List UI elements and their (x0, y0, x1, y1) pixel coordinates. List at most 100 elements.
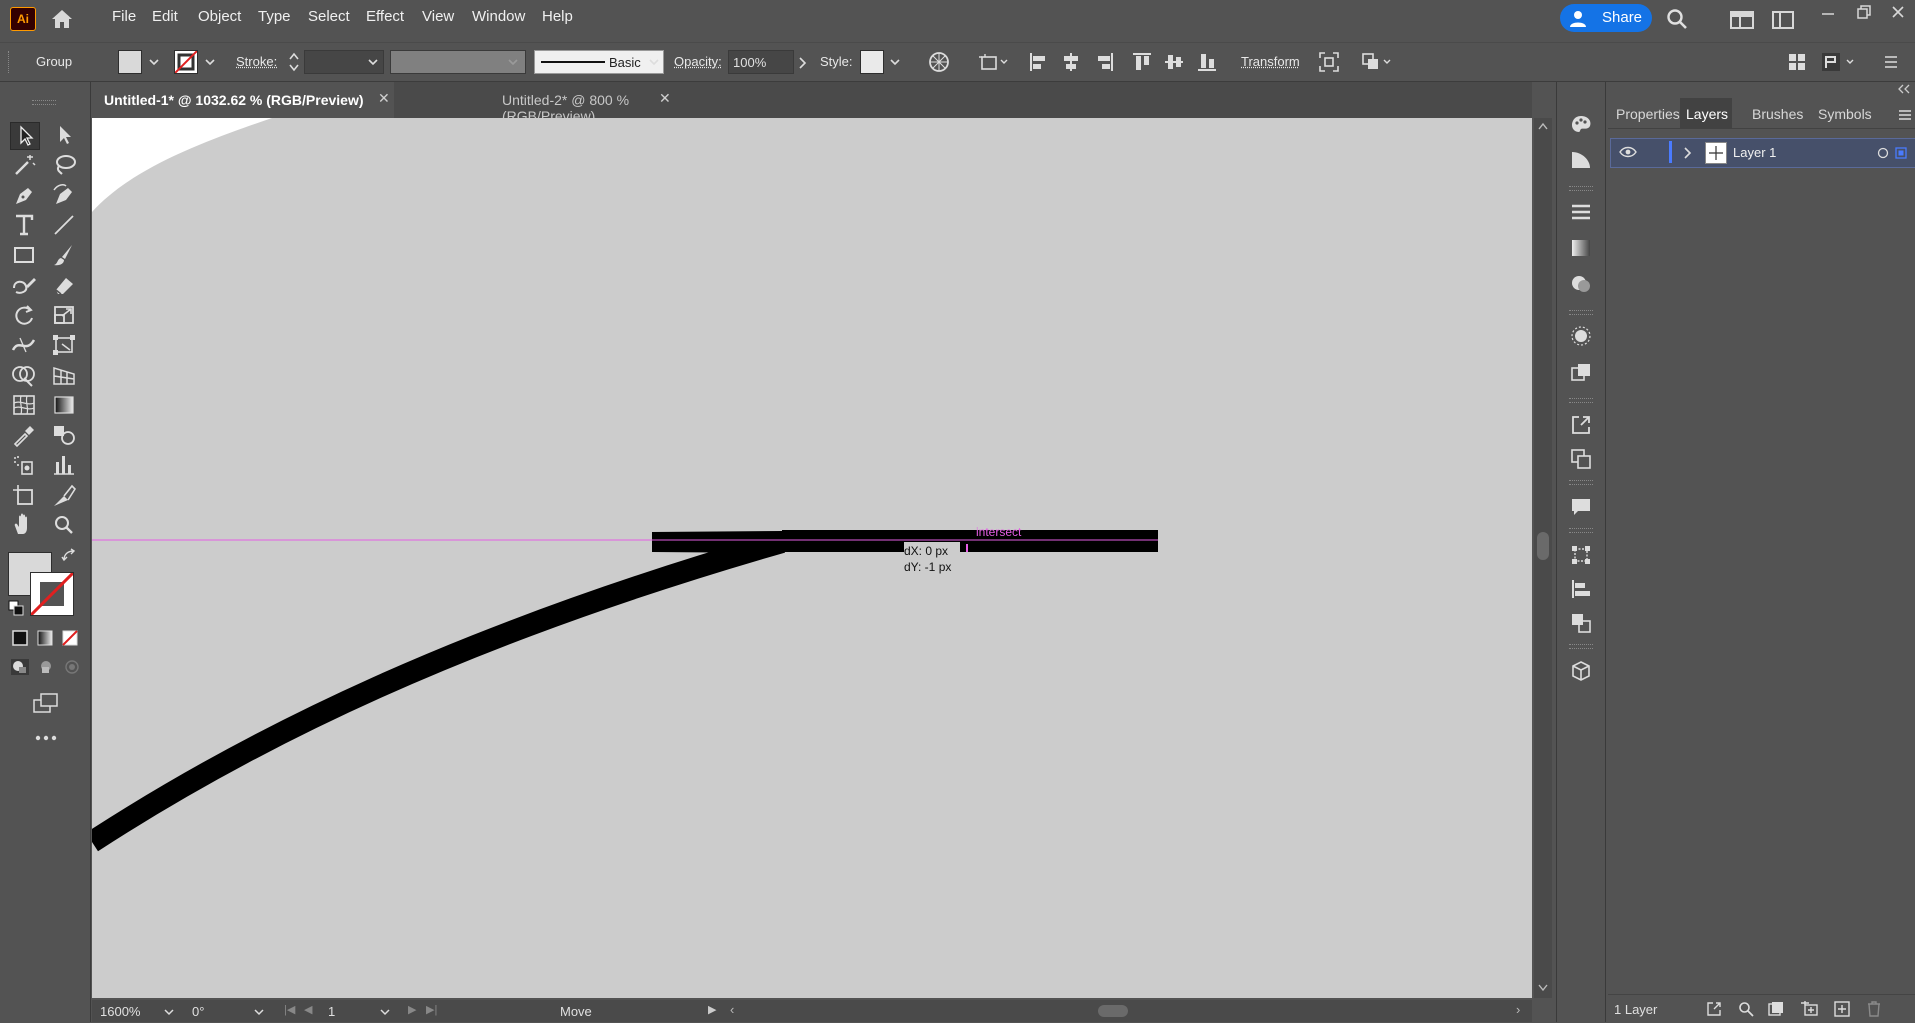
rotation-value[interactable]: 0° (192, 1004, 204, 1019)
brush-definition-dropdown[interactable]: Basic (534, 50, 664, 74)
eyedropper-tool-icon[interactable] (10, 422, 38, 448)
vertical-scrollbar[interactable] (1534, 118, 1552, 998)
align-top-icon[interactable] (1131, 51, 1153, 73)
export-panel-icon[interactable] (1570, 414, 1592, 436)
status-menu-arrow-icon[interactable]: ▶ (708, 1003, 716, 1016)
recolor-artwork-icon[interactable] (928, 51, 950, 73)
menu-edit[interactable]: Edit (152, 8, 178, 25)
paintbrush-tool-icon[interactable] (50, 242, 78, 268)
target-circle-icon[interactable] (1877, 147, 1889, 159)
artboard-nav-prev-icon[interactable]: ◀ (304, 1003, 312, 1016)
default-fill-stroke-icon[interactable] (8, 600, 24, 616)
symbol-sprayer-tool-icon[interactable] (10, 452, 38, 478)
rotation-dropdown-chevron-icon[interactable] (254, 1007, 264, 1017)
scroll-left-icon[interactable]: ‹ (730, 1002, 734, 1017)
align-right-icon[interactable] (1093, 51, 1115, 73)
panel-expand-icon[interactable] (1898, 84, 1910, 94)
menu-view[interactable]: View (422, 8, 454, 25)
menu-object[interactable]: Object (198, 8, 241, 25)
column-graph-tool-icon[interactable] (50, 452, 78, 478)
align-panel-icon[interactable] (1570, 578, 1592, 600)
3d-materials-panel-icon[interactable] (1570, 660, 1592, 682)
hand-tool-icon[interactable] (10, 512, 38, 538)
menu-window[interactable]: Window (472, 8, 525, 25)
menu-type[interactable]: Type (258, 8, 291, 25)
artboard-canvas[interactable]: intersect dX: 0 px dY: -1 px (92, 118, 1532, 998)
color-guide-icon[interactable] (1570, 150, 1592, 170)
stroke-dropdown-chevron-icon[interactable] (205, 57, 215, 67)
stroke-swatch[interactable] (174, 50, 198, 74)
tab-brushes[interactable]: Brushes (1752, 106, 1803, 122)
artboards-panel-icon[interactable] (1570, 448, 1592, 470)
line-segment-tool-icon[interactable] (50, 212, 78, 238)
tab-close-icon[interactable]: ✕ (378, 90, 390, 107)
edit-toolbar-more-icon[interactable] (34, 734, 58, 742)
rotate-tool-icon[interactable] (10, 302, 38, 328)
scroll-right-icon[interactable]: › (1516, 1002, 1520, 1017)
home-icon[interactable] (50, 8, 74, 30)
tab-untitled-2[interactable]: Untitled-2* @ 800 % (RGB/Preview) (398, 82, 698, 118)
shape-builder-tool-icon[interactable] (10, 362, 38, 388)
lasso-tool-icon[interactable] (50, 152, 78, 178)
control-bar-options-icon[interactable] (1820, 51, 1860, 73)
fill-swatch[interactable] (118, 50, 142, 74)
arrange-documents-icon[interactable] (1730, 11, 1754, 29)
width-tool-icon[interactable] (10, 332, 38, 358)
appearance-panel-icon[interactable] (1570, 326, 1592, 346)
create-new-layer-icon[interactable] (1834, 1001, 1850, 1017)
scale-tool-icon[interactable] (50, 302, 78, 328)
align-horizontal-center-icon[interactable] (1060, 51, 1082, 73)
draw-inside-icon[interactable] (62, 658, 82, 676)
menu-effect[interactable]: Effect (366, 8, 404, 25)
menu-select[interactable]: Select (308, 8, 350, 25)
tab-untitled-1[interactable]: Untitled-1* @ 1032.62 % (RGB/Preview) ✕ (92, 82, 394, 118)
type-tool-icon[interactable] (10, 212, 38, 238)
align-bottom-icon[interactable] (1196, 51, 1218, 73)
make-clipping-mask-icon[interactable] (1768, 1001, 1784, 1017)
stroke-color-box[interactable] (30, 572, 74, 616)
arrange-panels-icon[interactable] (1786, 51, 1808, 73)
layer-name[interactable]: Layer 1 (1733, 145, 1776, 160)
expand-layer-chevron-icon[interactable] (1683, 146, 1693, 160)
workspace-switcher-icon[interactable] (1772, 11, 1794, 29)
transparency-panel-icon[interactable] (1570, 274, 1592, 294)
mesh-tool-icon[interactable] (10, 392, 38, 418)
curvature-tool-icon[interactable] (50, 182, 78, 208)
graphic-style-swatch[interactable] (860, 50, 884, 74)
tab-properties[interactable]: Properties (1616, 106, 1680, 122)
isolate-selected-object-icon[interactable] (1318, 51, 1340, 73)
share-button[interactable]: Share (1560, 4, 1652, 32)
pathfinder-panel-icon[interactable] (1570, 612, 1592, 634)
zoom-level[interactable]: 1600% (100, 1004, 140, 1019)
menu-help[interactable]: Help (542, 8, 573, 25)
align-left-icon[interactable] (1028, 51, 1050, 73)
export-for-screens-icon[interactable] (1706, 1001, 1722, 1017)
zoom-dropdown-chevron-icon[interactable] (164, 1007, 174, 1017)
minimize-icon[interactable] (1820, 6, 1836, 22)
transform-panel-icon[interactable] (1570, 544, 1592, 566)
comments-panel-icon[interactable] (1570, 496, 1592, 518)
perspective-grid-tool-icon[interactable] (50, 362, 78, 388)
tab-close-icon[interactable]: ✕ (659, 90, 671, 107)
selection-indicator-icon[interactable] (1895, 147, 1907, 159)
artboard-number[interactable]: 1 (328, 1004, 335, 1019)
pen-tool-icon[interactable] (10, 182, 38, 208)
artboard-nav-last-icon[interactable]: ▶| (426, 1003, 437, 1016)
free-transform-tool-icon[interactable] (50, 332, 78, 358)
magic-wand-tool-icon[interactable] (10, 152, 38, 178)
control-bar-menu-icon[interactable] (1884, 54, 1898, 70)
artboard-tool-icon[interactable] (10, 482, 38, 508)
panel-menu-icon[interactable] (1898, 108, 1912, 122)
graphic-styles-panel-icon[interactable] (1570, 362, 1592, 382)
shaper-tool-icon[interactable] (10, 272, 38, 298)
locate-object-icon[interactable] (1738, 1001, 1754, 1017)
search-icon[interactable] (1666, 8, 1688, 30)
curved-path[interactable] (92, 542, 782, 842)
change-screen-mode-icon[interactable] (32, 692, 60, 714)
blend-tool-icon[interactable] (50, 422, 78, 448)
fill-dropdown-chevron-icon[interactable] (149, 57, 159, 67)
visibility-eye-icon[interactable] (1619, 146, 1637, 158)
eraser-tool-icon[interactable] (50, 272, 78, 298)
create-sublayer-icon[interactable] (1800, 1001, 1818, 1017)
direct-selection-tool-icon[interactable] (50, 122, 78, 148)
